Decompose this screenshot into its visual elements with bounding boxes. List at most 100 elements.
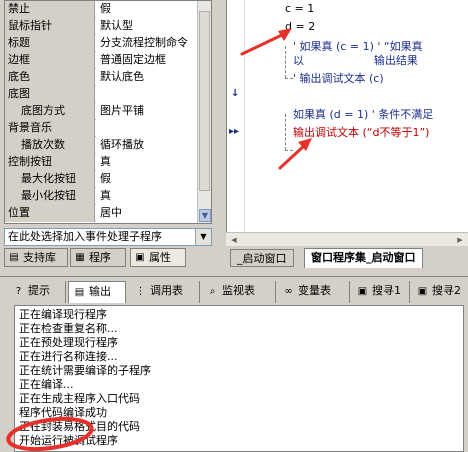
property-value[interactable]: 真 — [96, 154, 199, 171]
bottom-panel: ? 提示 ▤ 输出 ⋮ 调用表 ⌕ 监视表 ∞ 变量表 ▣ 搜寻1 ▣ 搜寻2 … — [0, 276, 468, 452]
property-name: 底图 — [5, 86, 95, 103]
tab-program[interactable]: ▦ 程序 — [70, 248, 126, 267]
property-name: 标题 — [5, 35, 95, 52]
code-line[interactable]: c = 1 — [285, 2, 314, 15]
tab-label: 支持库 — [23, 251, 56, 264]
property-value[interactable]: 假 — [96, 1, 199, 18]
chevron-down-icon[interactable]: ▼ — [195, 229, 211, 245]
code-statement[interactable]: 输出调试文本 (“d不等于1”) — [293, 124, 429, 140]
output-line: 程序代码编译成功 — [19, 406, 107, 419]
editor-gutter: ↓ ▸▸ — [227, 0, 245, 232]
tab-watch[interactable]: ⌕ 监视表 — [202, 281, 276, 303]
property-name: 最大化按钮 — [5, 171, 95, 188]
property-row[interactable]: 底图 — [5, 86, 199, 103]
scroll-right-icon[interactable]: ▶ — [454, 234, 466, 246]
code-line[interactable]: d = 2 — [285, 20, 315, 33]
property-value[interactable]: 循环播放 — [96, 137, 199, 154]
property-value[interactable]: 假 — [96, 171, 199, 188]
tab-variables[interactable]: ∞ 变量表 — [278, 281, 350, 303]
editor-tabs: _启动窗口 窗口程序集_启动窗口 — [222, 248, 468, 268]
variable-icon: ∞ — [284, 286, 293, 297]
flow-line — [285, 150, 293, 151]
tab-label: 调用表 — [150, 284, 183, 297]
output-line: 正在检查重复名称... — [19, 322, 118, 335]
watch-icon: ⌕ — [209, 286, 216, 297]
tab-label: 窗口程序集_启动窗口 — [311, 251, 416, 264]
property-row[interactable]: 位置 居中 — [5, 205, 199, 222]
code-comment[interactable]: 以 输出结果 — [293, 52, 418, 68]
tab-label: 变量表 — [298, 284, 331, 297]
property-value[interactable]: 分支流程控制命令 — [96, 35, 199, 52]
output-line: 正在进行名称连接... — [19, 350, 118, 363]
property-name: 禁止 — [5, 1, 95, 18]
tab-output[interactable]: ▤ 输出 — [68, 281, 126, 303]
output-line: 正在生成主程序入口代码 — [19, 392, 140, 405]
property-row[interactable]: 边框 普通固定边框 — [5, 52, 199, 69]
property-row[interactable]: 底图方式 图片平铺 — [5, 103, 199, 120]
tab-search1[interactable]: ▣ 搜寻1 — [352, 281, 410, 303]
tab-library[interactable]: ▤ 支持库 — [4, 248, 68, 267]
property-value[interactable] — [96, 86, 199, 103]
property-row[interactable]: 底色 默认底色 — [5, 69, 199, 86]
tab-startup-window[interactable]: _启动窗口 — [230, 249, 294, 267]
property-name: 播放次数 — [5, 137, 95, 154]
property-value[interactable]: 居中 — [96, 205, 199, 222]
tab-label: 属性 — [149, 251, 171, 264]
property-row[interactable]: 最小化按钮 真 — [5, 188, 199, 205]
scroll-left-icon[interactable]: ◀ — [228, 234, 240, 246]
tab-call-table[interactable]: ⋮ 调用表 — [130, 281, 200, 303]
property-value[interactable]: 默认底色 — [96, 69, 199, 86]
code-editor[interactable]: ↓ ▸▸ c = 1 d = 2 ' 如果真 (c = 1) ' “如果真 以 … — [226, 0, 468, 232]
search1-icon: ▣ — [357, 286, 368, 297]
scroll-down-icon[interactable]: ▼ — [199, 209, 211, 222]
property-value[interactable]: 普通固定边框 — [96, 52, 199, 69]
left-panel-tabs: ▤ 支持库 ▦ 程序 ▣ 属性 — [0, 248, 214, 267]
tab-label: _启动窗口 — [237, 252, 287, 265]
hint-icon: ? — [15, 286, 22, 297]
property-row[interactable]: 播放次数 循环播放 — [5, 137, 199, 154]
event-handler-combo[interactable]: 在此处选择加入事件处理子程序 ▼ — [4, 228, 212, 246]
property-name: 背景音乐 — [5, 120, 95, 137]
output-line: 正在封装易格式目的代码 — [19, 420, 140, 433]
tab-hint[interactable]: ? 提示 — [8, 281, 66, 303]
property-row[interactable]: 鼠标指针 默认型 — [5, 18, 199, 35]
flow-line — [285, 114, 286, 150]
output-icon: ▤ — [74, 287, 85, 298]
property-row[interactable]: 背景音乐 — [5, 120, 199, 137]
property-row[interactable]: 标题 分支流程控制命令 — [5, 35, 199, 52]
output-line: 正在编译现行程序 — [19, 308, 107, 321]
property-row[interactable]: 最大化按钮 假 — [5, 171, 199, 188]
output-line: 正在统计需要编译的子程序 — [19, 364, 151, 377]
library-icon: ▤ — [9, 252, 19, 263]
property-name: 最小化按钮 — [5, 188, 95, 205]
output-line: 正在预处理现行程序 — [19, 336, 118, 349]
property-grid[interactable]: 禁止 假 鼠标指针 默认型 标题 分支流程控制命令 边框 普通固定边框 底色 默… — [4, 0, 212, 224]
property-value[interactable]: 图片平铺 — [96, 103, 199, 120]
scrollbar-thumb[interactable] — [199, 11, 210, 191]
arrow-down-icon: ↓ — [231, 88, 240, 99]
property-value[interactable] — [96, 120, 199, 137]
property-row[interactable]: 控制按钮 真 — [5, 154, 199, 171]
property-scrollbar[interactable]: ▼ — [197, 1, 211, 223]
property-name: 位置 — [5, 205, 95, 222]
code-comment[interactable]: ' 输出调试文本 (c) — [293, 70, 384, 86]
tab-properties[interactable]: ▣ 属性 — [130, 248, 186, 267]
property-value[interactable]: 真 — [96, 188, 199, 205]
properties-icon: ▣ — [135, 252, 145, 263]
output-pane[interactable]: 正在编译现行程序 正在检查重复名称... 正在预处理现行程序 正在进行名称连接.… — [14, 305, 464, 452]
bottom-tabs: ? 提示 ▤ 输出 ⋮ 调用表 ⌕ 监视表 ∞ 变量表 ▣ 搜寻1 ▣ 搜寻2 — [8, 281, 468, 303]
flow-line — [285, 46, 286, 78]
fast-forward-icon: ▸▸ — [229, 126, 240, 137]
code-conditional[interactable]: 如果真 (d = 1) ' 条件不满足 — [293, 106, 433, 122]
property-name: 边框 — [5, 52, 95, 69]
tab-search2[interactable]: ▣ 搜寻2 — [412, 281, 468, 303]
property-value[interactable]: 默认型 — [96, 18, 199, 35]
property-name: 底图方式 — [5, 103, 95, 120]
tab-window-program-set[interactable]: 窗口程序集_启动窗口 — [304, 248, 423, 268]
event-combo-text: 在此处选择加入事件处理子程序 — [8, 230, 162, 243]
property-name: 控制按钮 — [5, 154, 95, 171]
editor-horizontal-scrollbar[interactable]: ◀ ▶ — [226, 232, 468, 246]
property-row[interactable]: 禁止 假 — [5, 1, 199, 18]
flow-line — [285, 78, 293, 79]
tab-label: 输出 — [89, 285, 111, 298]
